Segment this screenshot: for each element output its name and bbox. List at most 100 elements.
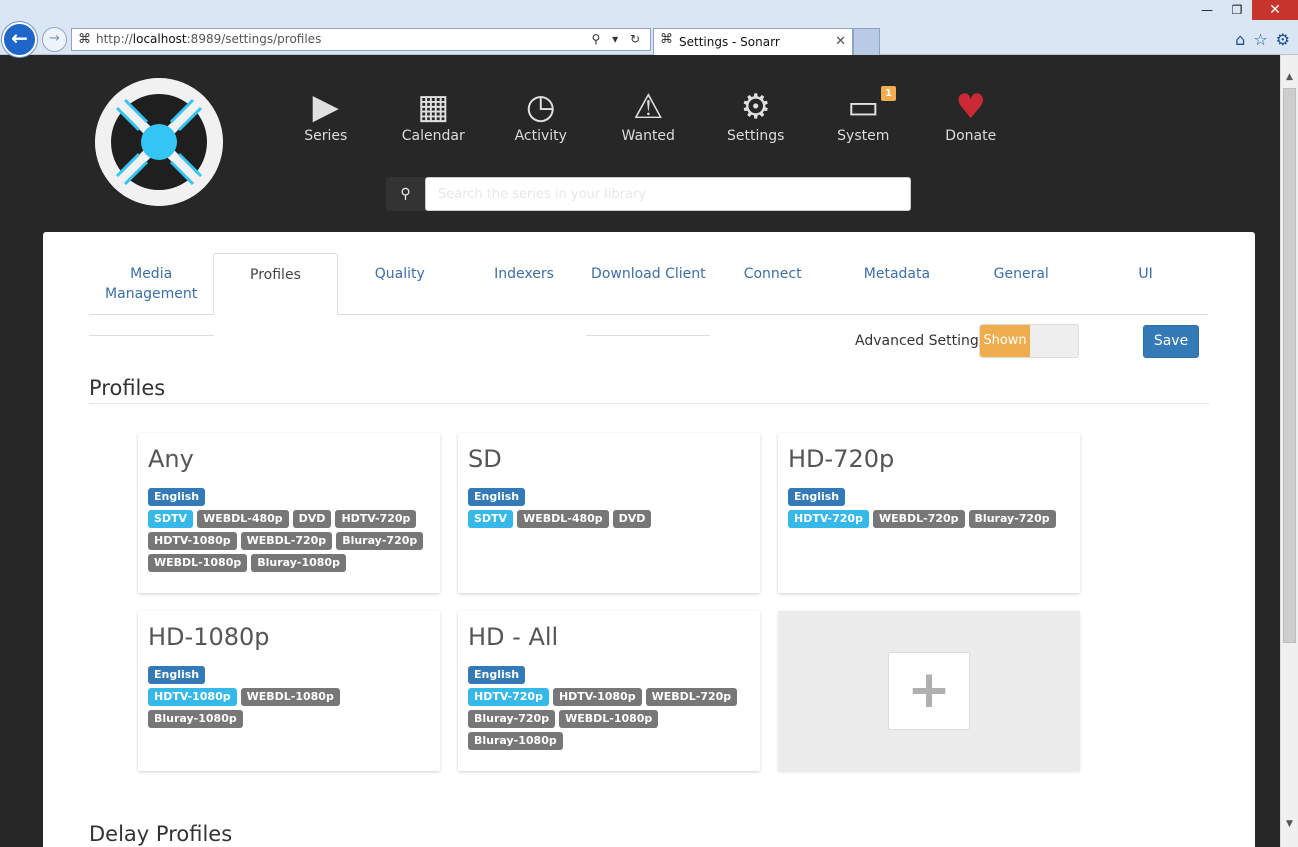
nav-calendar-label: Calendar (401, 128, 465, 144)
tab-media-management[interactable]: Media Management (89, 253, 214, 336)
tab-ui[interactable]: UI (1083, 253, 1207, 315)
home-icon[interactable]: ⌂ (1235, 30, 1245, 49)
quality-label: Bluray-1080p (468, 732, 563, 750)
nav-calendar[interactable]: ▦ Calendar (380, 88, 488, 144)
search-input[interactable] (425, 177, 911, 211)
settings-tabs: Media Management Profiles Quality Indexe… (89, 253, 1208, 336)
quality-label: WEBDL-1080p (240, 688, 340, 706)
cutoff-quality-label: SDTV (148, 510, 194, 528)
laptop-icon: ▭ (847, 87, 880, 127)
quality-list: HDTV-720p WEBDL-720p Bluray-720p (788, 510, 1070, 532)
browser-tab-active[interactable]: ⌘ Settings - Sonarr ✕ (653, 28, 853, 55)
section-divider (89, 403, 1209, 404)
cutoff-quality-label: HDTV-720p (788, 510, 869, 528)
profile-card[interactable]: SD English SDTV WEBDL-480p DVD (458, 433, 760, 593)
tools-gear-icon[interactable]: ⚙ (1276, 30, 1290, 49)
minimize-button[interactable]: — (1192, 0, 1222, 20)
quality-label: Bluray-720p (336, 532, 424, 550)
cutoff-quality-label: HDTV-1080p (148, 688, 237, 706)
quality-label: Bluray-720p (968, 510, 1056, 528)
play-icon: ▶ (312, 87, 339, 127)
back-button[interactable]: ← (2, 22, 37, 57)
forward-button[interactable]: → (42, 27, 67, 52)
quality-list: HDTV-1080p WEBDL-1080p Bluray-1080p (148, 688, 430, 732)
profile-card[interactable]: HD - All English HDTV-720p HDTV-1080p WEBDL-… (458, 611, 760, 771)
profile-name: Any (148, 445, 194, 473)
profile-name: HD-720p (788, 445, 895, 473)
quality-label: HDTV-1080p (148, 532, 237, 550)
save-button[interactable]: Save (1143, 325, 1199, 358)
url-prefix: http:// (96, 32, 133, 46)
nav-series-label: Series (304, 128, 348, 144)
warning-icon: ⚠ (633, 87, 664, 127)
add-profile-plus-icon[interactable]: + (888, 652, 970, 730)
quality-label: WEBDL-1080p (559, 710, 659, 728)
scrollbar-thumb[interactable] (1283, 88, 1296, 643)
tab-quality[interactable]: Quality (338, 253, 462, 315)
language-label: English (148, 666, 206, 684)
calendar-icon: ▦ (417, 87, 450, 127)
advanced-settings-label: Advanced Settings (855, 333, 987, 349)
profile-card[interactable]: HD-720p English HDTV-720p WEBDL-720p Bluray-… (778, 433, 1080, 593)
system-update-badge: 1 (881, 86, 896, 101)
url-host: localhost (132, 32, 187, 46)
address-bar-icons[interactable]: ⚲ ▾ ↻ (592, 29, 645, 50)
tab-download-client[interactable]: Download Client (586, 253, 711, 336)
browser-chrome: ← → ⌘ http://localhost:8989/settings/pro… (0, 0, 1298, 57)
delay-profiles-heading: Delay Profiles (89, 822, 233, 846)
address-bar[interactable]: ⌘ http://localhost:8989/settings/profile… (71, 28, 651, 51)
tab-title: Settings - Sonarr (679, 35, 780, 49)
add-profile-card[interactable]: + (778, 611, 1080, 771)
advanced-settings-toggle[interactable]: Shown (979, 324, 1079, 358)
tab-general[interactable]: General (959, 253, 1083, 315)
quality-label: WEBDL-720p (645, 688, 738, 706)
window-controls: — ❐ ✕ (1192, 0, 1298, 20)
quality-list: SDTV WEBDL-480p DVD HDTV-720p HDTV-1080p WEBD… (148, 510, 430, 576)
scroll-down-icon[interactable]: ▼ (1281, 815, 1298, 833)
profile-card[interactable]: Any English SDTV WEBDL-480p DVD HDTV-720p HDTV… (138, 433, 440, 593)
close-window-button[interactable]: ✕ (1252, 0, 1298, 20)
settings-panel: Media Management Profiles Quality Indexe… (43, 232, 1255, 847)
nav-settings-label: Settings (727, 128, 785, 144)
quality-label: DVD (292, 510, 332, 528)
sonarr-logo[interactable] (95, 78, 223, 206)
nav-system-label: System (837, 128, 890, 144)
cutoff-quality-label: SDTV (468, 510, 514, 528)
quality-label: Bluray-720p (468, 710, 556, 728)
restore-button[interactable]: ❐ (1222, 0, 1252, 20)
nav-settings[interactable]: ⚙ Settings (702, 88, 810, 144)
nav-activity-label: Activity (514, 128, 567, 144)
favorites-star-icon[interactable]: ☆ (1253, 30, 1267, 49)
language-label: English (788, 488, 846, 506)
tab-indexers[interactable]: Indexers (462, 253, 586, 315)
nav-system[interactable]: ▭ System (810, 88, 918, 144)
series-search: ⚲ (386, 177, 911, 211)
vertical-scrollbar[interactable]: ▲ ▼ (1280, 55, 1298, 847)
language-label: English (468, 666, 526, 684)
nav-wanted-label: Wanted (621, 128, 675, 144)
language-label: English (148, 488, 206, 506)
tab-metadata[interactable]: Metadata (835, 253, 959, 315)
nav-activity[interactable]: ◷ Activity (487, 88, 595, 144)
profiles-heading: Profiles (89, 376, 166, 400)
scroll-up-icon[interactable]: ▲ (1281, 68, 1298, 86)
quality-label: WEBDL-480p (197, 510, 289, 528)
quality-label: WEBDL-1080p (148, 554, 248, 572)
advanced-toggle-state: Shown (980, 325, 1030, 357)
tab-profiles[interactable]: Profiles (213, 253, 338, 315)
browser-toolbar: ⌂ ☆ ⚙ (1235, 30, 1290, 49)
search-icon[interactable]: ⚲ (386, 177, 425, 211)
tab-connect[interactable]: Connect (710, 253, 834, 315)
tab-close-icon[interactable]: ✕ (835, 29, 846, 55)
new-tab-button[interactable] (853, 28, 880, 55)
profile-name: HD - All (468, 623, 559, 651)
profile-name: HD-1080p (148, 623, 270, 651)
quality-label: WEBDL-480p (517, 510, 609, 528)
main-nav: ▶ Series ▦ Calendar ◷ Activity ⚠ Wanted … (272, 88, 1025, 144)
nav-donate[interactable]: ♥ Donate (917, 88, 1025, 144)
profile-card[interactable]: HD-1080p English HDTV-1080p WEBDL-1080p Blur… (138, 611, 440, 771)
nav-series[interactable]: ▶ Series (272, 88, 380, 144)
nav-wanted[interactable]: ⚠ Wanted (595, 88, 703, 144)
language-label: English (468, 488, 526, 506)
quality-label: WEBDL-720p (240, 532, 333, 550)
